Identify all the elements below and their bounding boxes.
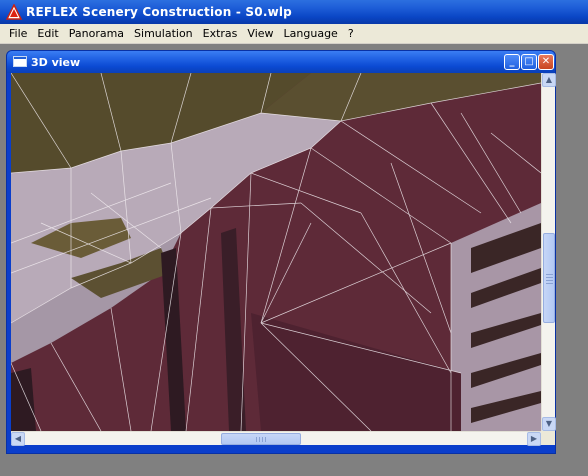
mdi-workspace: 3D view _ □ ✕ ▲ ▼ ◀ ▶ bbox=[0, 45, 588, 476]
scroll-right-arrow[interactable]: ▶ bbox=[527, 432, 541, 446]
vertical-scrollbar[interactable]: ▲ ▼ bbox=[541, 73, 556, 431]
minimize-button[interactable]: _ bbox=[504, 54, 520, 70]
horizontal-scrollbar[interactable]: ◀ ▶ bbox=[11, 431, 541, 446]
thumb-grip bbox=[256, 437, 266, 442]
horizontal-scroll-thumb[interactable] bbox=[221, 433, 301, 445]
scroll-up-arrow[interactable]: ▲ bbox=[542, 73, 556, 87]
menu-panorama[interactable]: Panorama bbox=[64, 27, 129, 40]
menu-help[interactable]: ? bbox=[343, 27, 359, 40]
app-titlebar[interactable]: REFLEX Scenery Construction - S0.wlp bbox=[0, 0, 588, 24]
warning-triangle-icon bbox=[6, 4, 22, 20]
thumb-grip bbox=[546, 274, 553, 284]
app-window: REFLEX Scenery Construction - S0.wlp Fil… bbox=[0, 0, 588, 476]
menu-language[interactable]: Language bbox=[279, 27, 343, 40]
app-title: REFLEX Scenery Construction - S0.wlp bbox=[26, 5, 292, 19]
menu-edit[interactable]: Edit bbox=[32, 27, 63, 40]
scroll-down-arrow[interactable]: ▼ bbox=[542, 417, 556, 431]
scroll-left-arrow[interactable]: ◀ bbox=[11, 432, 25, 446]
3d-terrain-viewport[interactable] bbox=[11, 73, 541, 431]
terrain-mesh-render bbox=[11, 73, 541, 431]
close-button[interactable]: ✕ bbox=[538, 54, 554, 70]
scroll-corner bbox=[541, 431, 555, 445]
window-icon bbox=[13, 56, 27, 67]
menu-extras[interactable]: Extras bbox=[198, 27, 243, 40]
3d-view-titlebar[interactable]: 3D view _ □ ✕ bbox=[7, 51, 555, 73]
menubar: File Edit Panorama Simulation Extras Vie… bbox=[0, 24, 588, 44]
3d-view-title: 3D view bbox=[31, 55, 81, 69]
vertical-scroll-thumb[interactable] bbox=[543, 233, 555, 323]
3d-view-window: 3D view _ □ ✕ ▲ ▼ ◀ ▶ bbox=[6, 50, 556, 454]
maximize-button[interactable]: □ bbox=[521, 54, 537, 70]
menu-file[interactable]: File bbox=[4, 27, 32, 40]
menu-view[interactable]: View bbox=[242, 27, 278, 40]
menu-simulation[interactable]: Simulation bbox=[129, 27, 198, 40]
